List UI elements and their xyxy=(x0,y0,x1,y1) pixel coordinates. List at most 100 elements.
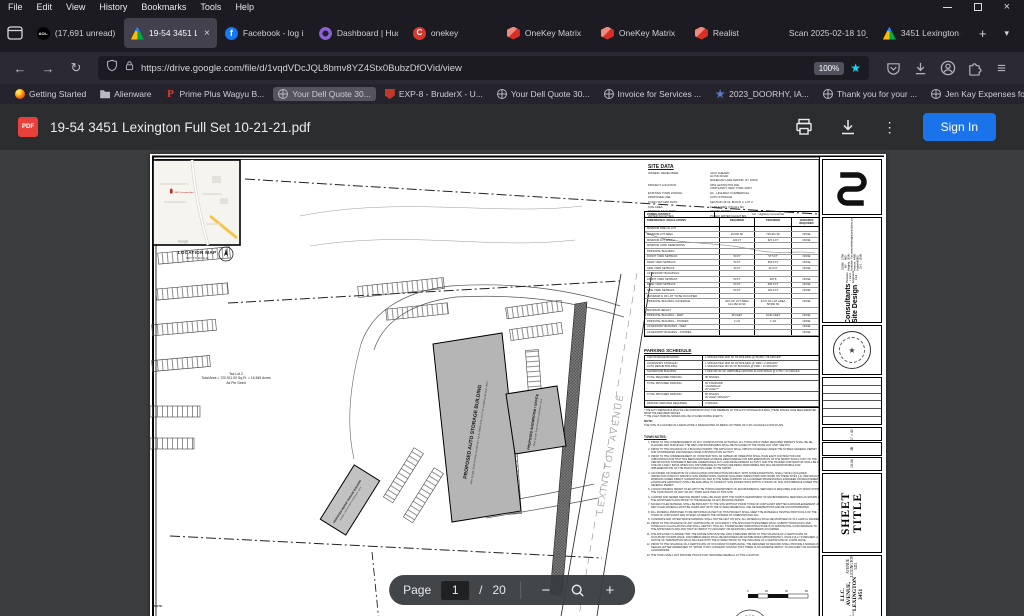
maximize-button[interactable] xyxy=(974,3,982,11)
pdf-viewer-canvas[interactable]: PROPOSED AUTO STORAGE BUILDING FIRST FLO… xyxy=(0,150,1024,616)
site-data-title: SITE DATA xyxy=(648,164,820,170)
parking-footnotes: * THE AUTO REPAIR BUILDING WILL BE WORKS… xyxy=(644,409,822,418)
tab-title: 3451 Lexington - Class xyxy=(901,28,962,38)
tab-title: Realist xyxy=(713,28,774,38)
bookmark-item[interactable]: Jen Kay Expenses fo... xyxy=(926,87,1024,101)
zoom-in-button[interactable]: + xyxy=(599,579,621,601)
browser-tab[interactable]: OneKey Matrix xyxy=(594,18,687,48)
back-button[interactable]: ← xyxy=(8,56,32,80)
bookmark-favicon xyxy=(931,89,941,99)
bookmark-item[interactable]: Getting Started xyxy=(10,87,91,101)
download-icon[interactable] xyxy=(839,118,857,136)
site-data-value: 3451 LEXINGTON AVE CORTLANDT, NEW YORK 1… xyxy=(710,184,820,191)
parking-row: TOTAL PROVIDED PARKING:86 SPACES 20 VALE… xyxy=(645,392,821,401)
print-icon[interactable] xyxy=(795,118,813,136)
menu-item[interactable]: Bookmarks xyxy=(141,2,186,12)
new-tab-button[interactable]: + xyxy=(970,20,996,46)
tab-bar: (17,691 unread) - jimcl 19-54 3451 Lexin… xyxy=(0,14,1024,52)
bookmark-item[interactable]: Prime Plus Wagyu B... xyxy=(161,87,270,101)
more-options-kebab-icon[interactable]: ⋮ xyxy=(883,119,897,136)
url-bar[interactable]: https://drive.google.com/file/d/1vqdVDcJ… xyxy=(98,56,869,80)
town-note-item: THE APPLICANT IS AWARE THAT THE ENTIRE S… xyxy=(651,533,822,542)
bookmark-label: Getting Started xyxy=(29,89,86,99)
menu-item[interactable]: File xyxy=(8,2,23,12)
menu-item[interactable]: Edit xyxy=(37,2,53,12)
tax-lot-annotation: Tax Lot 2 Total Area = 720,911.00 Sq.Ft.… xyxy=(178,372,294,385)
shield-icon[interactable] xyxy=(106,59,118,77)
browser-tab[interactable]: Facebook - log in or si xyxy=(218,18,311,48)
town-note-item: AN OWNER OR OPERATOR OF A REGULATED CONS… xyxy=(651,472,822,487)
bookmark-label: Alienware xyxy=(114,89,151,99)
bookmark-favicon xyxy=(100,89,110,99)
bookmark-label: Your Dell Quote 30... xyxy=(292,89,371,99)
engineer-seal: ★ xyxy=(822,325,882,375)
tab-title: OneKey Matrix xyxy=(525,28,586,38)
browser-tab[interactable]: onekey xyxy=(406,18,499,48)
firefox-view-icon[interactable] xyxy=(6,20,24,46)
bookmark-favicon xyxy=(715,89,725,99)
extensions-puzzle-icon[interactable] xyxy=(966,60,983,77)
browser-tab[interactable]: (17,691 unread) - jimcl xyxy=(30,18,123,48)
url-text: https://drive.google.com/file/d/1vqdVDcJ… xyxy=(141,63,808,74)
bookmark-item[interactable]: Your Dell Quote 30... xyxy=(273,87,376,101)
reload-button[interactable]: ↻ xyxy=(64,56,88,80)
town-note-item: FILL MATERIAL PROPOSED TO BE IMPORTED AS… xyxy=(651,511,822,517)
firm-phone: (914) 962-4488 Fax (914) 962-2766 xyxy=(842,254,863,260)
sign-in-button[interactable]: Sign In xyxy=(923,113,996,141)
bookmark-item[interactable]: Invoice for Services ... xyxy=(599,87,707,101)
bookmark-label: Invoice for Services ... xyxy=(618,89,702,99)
menu-item[interactable]: History xyxy=(99,2,127,12)
app-menu-icon[interactable]: ≡ xyxy=(993,60,1010,77)
zoning-rows: MINIMUM SIZE OF LOT MINIMUM LOT AREA20,0… xyxy=(645,227,821,336)
zoning-district-value: HC - Highway Commercial xyxy=(715,212,821,217)
downloads-icon[interactable] xyxy=(912,60,929,77)
close-button[interactable]: × xyxy=(1004,3,1010,11)
bookmark-star-icon[interactable]: ★ xyxy=(850,61,861,75)
menu-item[interactable]: Help xyxy=(235,2,254,12)
lock-icon[interactable] xyxy=(124,59,135,77)
bookmark-favicon xyxy=(604,89,614,99)
bookmark-item[interactable]: Thank you for your ... xyxy=(818,87,922,101)
firm-logo xyxy=(822,159,882,215)
town-notes-list: PRIOR TO THE COMMENCEMENT OF ANY CONSTRU… xyxy=(651,441,822,557)
zoning-row: PRINCIPAL BUILDING COVERAGE20% OF LOT AR… xyxy=(645,299,821,308)
zoom-out-button[interactable]: − xyxy=(535,579,557,601)
tab-strip: (17,691 unread) - jimcl 19-54 3451 Lexin… xyxy=(30,18,970,48)
tab-close-icon[interactable]: × xyxy=(202,28,210,39)
minimize-button[interactable] xyxy=(943,7,952,8)
seal-star-icon: ★ xyxy=(839,337,865,363)
page-total: 20 xyxy=(493,583,506,597)
tab-title: 19-54 3451 Lexing xyxy=(149,28,197,38)
bookmark-label: Thank you for your ... xyxy=(837,89,917,99)
browser-tab[interactable]: 3451 Lexington - Class xyxy=(876,18,969,48)
menu-bar: File Edit View History Bookmarks Tools Help × xyxy=(0,0,1024,14)
page-number-input[interactable]: 1 xyxy=(441,581,469,600)
bookmark-item[interactable]: EXP-8 - BruderX - U... xyxy=(380,87,488,101)
town-note-item: PRIOR TO THE ISSUANCE OF A CERTIFICATE O… xyxy=(651,543,822,552)
menu-item[interactable]: View xyxy=(66,2,85,12)
pocket-icon[interactable] xyxy=(885,60,902,77)
browser-tab[interactable]: Dashboard | Hudson C xyxy=(312,18,405,48)
fema-note-body: THE SITE IS LOCATED IN A FEMA ZONE X DES… xyxy=(644,424,822,427)
scale-box: 1" = 40' xyxy=(822,427,882,441)
bookmark-label: EXP-8 - BruderX - U... xyxy=(399,89,483,99)
bookmark-item[interactable]: 2023_DOORHY, IA... xyxy=(710,87,814,101)
tab-title: onekey xyxy=(431,28,492,38)
page-zoom-badge[interactable]: 100% xyxy=(814,62,844,75)
browser-tab[interactable]: OneKey Matrix xyxy=(500,18,593,48)
browser-tab[interactable]: 19-54 3451 Lexing × xyxy=(124,18,217,48)
town-note-item: A ROAD OPENING PERMIT FILED WITH THE TOW… xyxy=(651,488,822,494)
town-note-item: PRIOR TO THE COMMENCEMENT OF ANY CONSTRU… xyxy=(651,441,822,447)
forward-button[interactable]: → xyxy=(36,56,60,80)
tab-title: (17,691 unread) - jimcl xyxy=(55,28,116,38)
list-all-tabs-button[interactable]: ▾ xyxy=(995,20,1018,46)
account-icon[interactable] xyxy=(939,60,956,77)
browser-tab[interactable]: Scan 2025-02-18 10_01.pdf xyxy=(782,18,875,48)
bookmark-item[interactable]: Your Dell Quote 30... xyxy=(492,87,595,101)
bookmark-item[interactable]: Alienware xyxy=(95,87,156,101)
tab-title: Facebook - log in or si xyxy=(243,28,304,38)
menu-item[interactable]: Tools xyxy=(200,2,221,12)
browser-tab[interactable]: Realist xyxy=(688,18,781,48)
zoom-tool-icon[interactable] xyxy=(567,579,589,601)
parking-row: PARKING VARIANCE REQUIRED:0 SPACES xyxy=(645,401,821,407)
